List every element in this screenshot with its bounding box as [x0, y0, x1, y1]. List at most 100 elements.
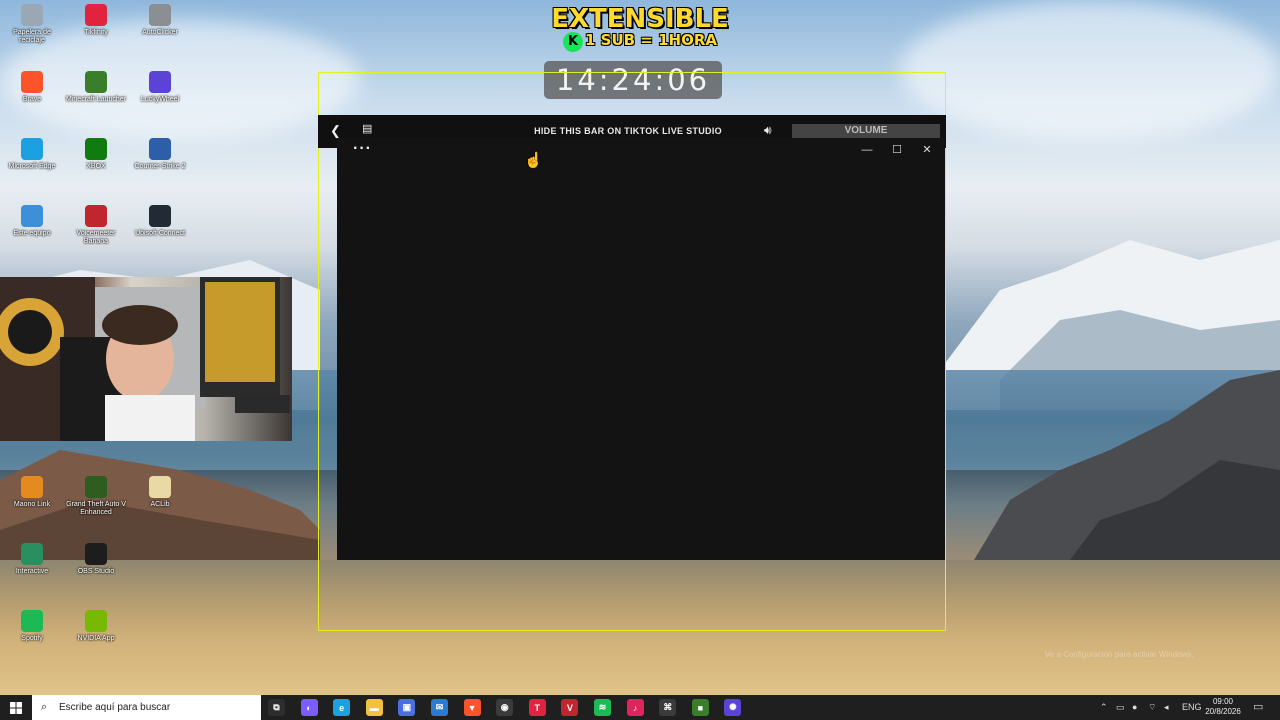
desktop-icon-label: ACLib [150, 501, 170, 508]
edge-icon[interactable]: e [333, 699, 351, 716]
network-icon[interactable]: ▭ [1116, 695, 1125, 720]
desktop-icon-label: Papelera de reciclaje [13, 29, 51, 44]
volume-slider[interactable]: VOLUME [792, 124, 940, 138]
maximize-button[interactable]: ☐ [882, 141, 912, 159]
cs2-icon [149, 138, 171, 160]
app-window: ··· — ☐ ✕ [337, 138, 945, 560]
desktop-icon[interactable]: AutoClicker [128, 4, 192, 37]
desktop-icon[interactable]: Ubisoft Connect [128, 205, 192, 238]
minecraft-icon[interactable]: ■ [691, 699, 709, 716]
voicemeeter-icon[interactable]: V [561, 699, 579, 716]
desktop-icon[interactable]: Tikfinity [64, 4, 128, 37]
speaker-icon[interactable]: 🔊︎ [764, 123, 772, 137]
windows-logo-icon [10, 701, 22, 714]
interactive-icon [21, 543, 43, 565]
desktop-icon[interactable]: Voicemeeter Banana [64, 205, 128, 246]
minimize-button[interactable]: — [852, 141, 882, 159]
desktop-icon[interactable]: Maono Link [0, 476, 64, 509]
clock[interactable]: 09:00 20/8/2026 [1200, 697, 1246, 717]
tikfinity-icon[interactable]: T [528, 699, 546, 716]
desktop-icon[interactable]: Minecraft Launcher [64, 71, 128, 104]
desktop-icon-label: Grand Theft Auto V Enhanced [66, 501, 126, 516]
start-button[interactable] [0, 695, 32, 720]
desktop-icon-label: AutoClicker [142, 29, 178, 36]
stream-title: EXTENSIBLE K1 SUB = 1HORA [540, 4, 740, 52]
spotify-icon[interactable]: ≋ [594, 699, 611, 716]
file-explorer-icon[interactable]: ▬ [365, 699, 383, 716]
desktop-icon-label: XBOX [86, 163, 106, 170]
volume-icon[interactable]: ◂ [1164, 695, 1169, 720]
desktop-icon[interactable]: ACLib [128, 476, 192, 509]
desktop-icon-label: NVIDIA App [77, 635, 115, 642]
luckywheel-icon[interactable]: ✺ [724, 699, 742, 716]
close-button[interactable]: ✕ [912, 141, 942, 159]
desktop-icon-label: Minecraft Launcher [66, 96, 126, 103]
tiktok-icon[interactable]: ♪ [626, 699, 644, 716]
back-arrow-icon[interactable]: ❮ [330, 124, 344, 138]
desktop-icon-label: Tikfinity [84, 29, 108, 36]
desktop-icon[interactable]: Brave [0, 71, 64, 104]
desktop-icon-label: Ubisoft Connect [135, 230, 185, 237]
edge-icon [21, 138, 43, 160]
desktop-icon-label: Spotify [21, 635, 43, 642]
desktop-icon[interactable]: XBOX [64, 138, 128, 171]
cloud [900, 0, 1280, 140]
desktop-icon-label: Counter-Strike 2 [134, 163, 186, 170]
copilot-icon[interactable]: ◐ [300, 699, 318, 716]
wifi-icon[interactable]: ⌔ [1148, 695, 1156, 720]
gamepad-icon[interactable]: ⌘ [659, 699, 677, 716]
desktop-icon-label: LuckyWheel [140, 96, 180, 103]
mail-icon[interactable]: ✉ [431, 699, 448, 716]
desktop-icon[interactable]: Spotify [0, 610, 64, 643]
minecraft-icon [85, 71, 107, 93]
more-options-icon[interactable]: ··· [353, 140, 372, 158]
desktop-icon[interactable]: Papelera de reciclaje [0, 4, 64, 45]
xbox-icon [85, 138, 107, 160]
nvidia-icon [85, 610, 107, 632]
mouse-icon [149, 4, 171, 26]
studio-bar-text: HIDE THIS BAR ON TIKTOK LIVE STUDIO [534, 126, 722, 136]
sub-rule: 1 SUB = 1HORA [585, 31, 717, 49]
show-hidden-icons[interactable]: ⌃ [1100, 695, 1108, 720]
taskbar: ⌕ Escribe aquí para buscar ⧉ ◐ e ▬ ▣ ✉ ▼ ◉ T V ≋ ♪ ⌘… [0, 695, 1280, 720]
ubisoft-icon [149, 205, 171, 227]
desktop-icon[interactable]: Este equipo [0, 205, 64, 238]
desktop-icon-label: Voicemeeter Banana [76, 230, 116, 245]
taskbar-search[interactable]: ⌕ Escribe aquí para buscar [32, 695, 261, 720]
desktop-icon[interactable]: Microsoft Edge [0, 138, 64, 171]
webcam-scene [0, 277, 290, 441]
file-icon [149, 476, 171, 498]
desktop-icon[interactable]: NVIDIA App [64, 610, 128, 643]
tikfinity-icon [85, 4, 107, 26]
desktop-icon-label: Maono Link [13, 501, 51, 508]
desktop-icon[interactable]: Counter-Strike 2 [128, 138, 192, 171]
desktop-icon-label: OBS Studio [77, 568, 115, 575]
desktop-icon[interactable]: Grand Theft Auto V Enhanced [64, 476, 128, 517]
desktop-icon-label: Este equipo [13, 230, 51, 237]
desktop-icon-label: Interactive [15, 568, 49, 575]
gta-icon [85, 476, 107, 498]
kick-logo-icon: K [563, 32, 583, 52]
stream-title-main: EXTENSIBLE [551, 4, 729, 34]
maono-icon [21, 476, 43, 498]
language-indicator[interactable]: ENG [1182, 695, 1202, 720]
search-icon: ⌕ [41, 701, 48, 713]
computer-icon [21, 205, 43, 227]
brave-icon[interactable]: ▼ [463, 699, 481, 716]
chrome-icon[interactable]: ◉ [496, 699, 514, 716]
desktop-icon[interactable]: LuckyWheel [128, 71, 192, 104]
task-view-icon[interactable]: ⧉ [268, 699, 285, 716]
wheel-icon [149, 71, 171, 93]
clock-date: 20/8/2026 [1205, 707, 1241, 716]
chat-icon[interactable]: ▤ [362, 123, 376, 135]
notifications-icon[interactable]: ▭ [1253, 695, 1263, 720]
microphone-icon[interactable]: ● [1132, 695, 1137, 720]
store-icon[interactable]: ▣ [398, 699, 416, 716]
desktop-icon[interactable]: OBS Studio [64, 543, 128, 576]
activate-windows-watermark: Ve a Configuración para activar Windows. [1045, 650, 1194, 659]
search-placeholder: Escribe aquí para buscar [59, 702, 171, 713]
desktop-icon[interactable]: Interactive [0, 543, 64, 576]
desktop: Papelera de reciclaje Tikfinity AutoClicke… [0, 0, 1280, 720]
clock-time: 09:00 [1212, 697, 1234, 706]
webcam-feed [0, 277, 292, 441]
